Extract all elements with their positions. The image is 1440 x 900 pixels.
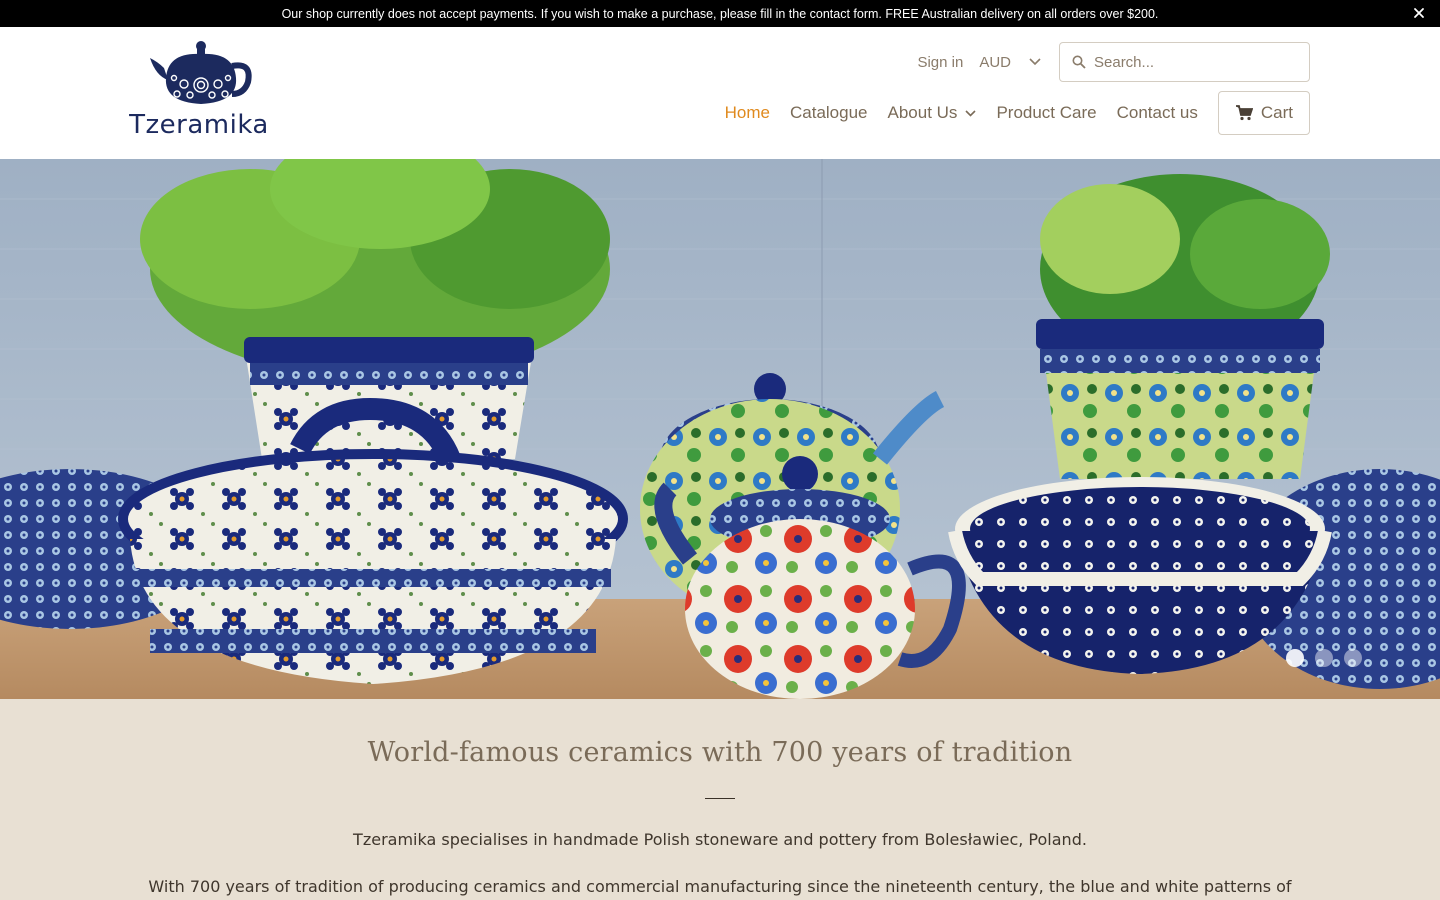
nav-product-care[interactable]: Product Care (996, 103, 1096, 123)
brand-logo[interactable]: Tzeramika (128, 40, 270, 140)
intro-heading: World-famous ceramics with 700 years of … (367, 737, 1073, 768)
header-utilities: Sign in AUD (917, 42, 1310, 82)
intro-section: World-famous ceramics with 700 years of … (0, 699, 1440, 900)
intro-paragraph-2: With 700 years of tradition of producing… (148, 877, 1292, 896)
signin-link[interactable]: Sign in (917, 54, 963, 71)
main-nav: Home Catalogue About Us Product Care Con… (725, 91, 1310, 135)
currency-value: AUD (979, 53, 1011, 71)
hero-image (0, 159, 1440, 699)
nav-about-us[interactable]: About Us (888, 103, 977, 123)
slide-dot-2[interactable] (1315, 649, 1333, 667)
brand-name: Tzeramika (129, 110, 269, 140)
site-header: Tzeramika Sign in AUD Home Catalogue Abo… (0, 27, 1440, 159)
close-icon[interactable] (1410, 4, 1428, 22)
chevron-down-icon (965, 109, 977, 117)
nav-contact-label: Contact us (1116, 103, 1198, 122)
heading-divider (705, 798, 735, 799)
nav-catalogue[interactable]: Catalogue (790, 103, 868, 123)
announcement-bar: Our shop currently does not accept payme… (0, 0, 1440, 27)
nav-product-care-label: Product Care (996, 103, 1097, 122)
intro-paragraph-1: Tzeramika specialises in handmade Polish… (353, 830, 1087, 849)
nav-contact[interactable]: Contact us (1117, 103, 1198, 123)
search-box[interactable] (1059, 42, 1310, 82)
nav-home-label: Home (724, 103, 770, 122)
teapot-logo-icon (150, 41, 252, 104)
slide-dots (1286, 649, 1362, 667)
currency-selector[interactable]: AUD (979, 54, 1041, 71)
nav-catalogue-label: Catalogue (789, 103, 868, 122)
announcement-text: Our shop currently does not accept payme… (281, 6, 1159, 21)
cart-label: Cart (1260, 103, 1293, 122)
slide-dot-3[interactable] (1344, 649, 1362, 667)
nav-about-label: About Us (887, 103, 958, 122)
search-icon (1072, 55, 1086, 69)
slide-dot-1[interactable] (1286, 649, 1304, 667)
search-input[interactable] (1094, 53, 1294, 71)
nav-home[interactable]: Home (725, 103, 770, 123)
chevron-down-icon (1029, 58, 1041, 66)
cart-button[interactable]: Cart (1217, 91, 1310, 135)
cart-icon (1235, 105, 1253, 121)
hero-slideshow[interactable] (0, 159, 1440, 699)
